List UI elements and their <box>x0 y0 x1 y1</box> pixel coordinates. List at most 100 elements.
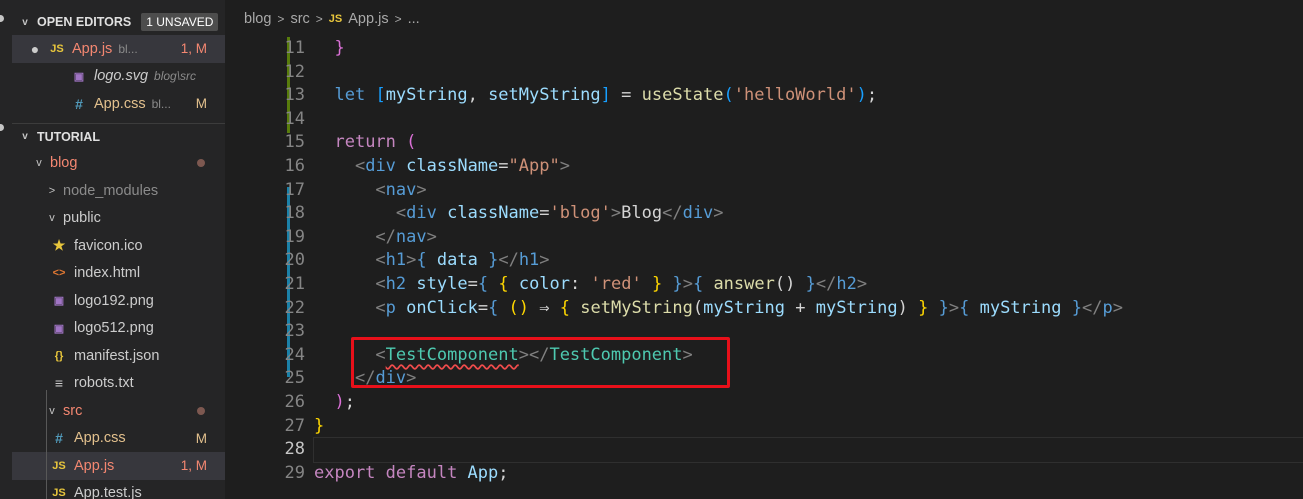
folder-node-modules[interactable]: > node_modules <box>12 177 225 205</box>
line-number: 22 <box>284 297 305 318</box>
chevron-down-icon: v <box>49 212 55 225</box>
line-number: 20 <box>284 250 305 271</box>
code-line[interactable]: ); <box>314 391 1303 415</box>
modified-dot <box>197 406 205 415</box>
modified-dot <box>197 159 205 168</box>
line-number: 27 <box>284 415 305 436</box>
code-line[interactable] <box>313 437 1303 463</box>
code-line[interactable]: </nav> <box>314 226 1303 250</box>
code-line[interactable]: return ( <box>314 131 1303 155</box>
file-logo512[interactable]: ▣ logo512.png <box>12 315 225 343</box>
svg-file-icon: ▣ <box>73 70 85 83</box>
open-editor-name: App.css <box>94 95 146 112</box>
open-editor-path: bl... <box>151 96 171 111</box>
json-file-icon: {} <box>54 349 64 362</box>
line-number: 23 <box>284 321 305 342</box>
line-number: 21 <box>284 273 305 294</box>
line-number: 15 <box>284 132 305 153</box>
text-file-icon: ≡ <box>54 375 64 392</box>
highlight-box <box>351 337 730 388</box>
chevron-down-icon: v <box>22 16 28 28</box>
line-number: 28 <box>284 439 305 460</box>
star-file-icon: ★ <box>52 237 66 254</box>
open-editor-app-css[interactable]: # App.css bl... M <box>12 90 225 118</box>
line-number-gutter: 11 12 13 14 15 16 17 18 19 20 21 22 23 2… <box>225 37 305 485</box>
line-number: 26 <box>284 391 305 412</box>
js-file-icon: JS <box>328 12 343 25</box>
code-line[interactable]: let [myString, setMyString] = useState('… <box>314 84 1303 108</box>
js-file-icon: JS <box>52 459 66 472</box>
activity-indicator <box>0 15 4 22</box>
explorer-sidebar: v OPEN EDITORS 1 UNSAVED ● JS App.js bl.… <box>12 0 225 499</box>
open-editor-path: bl... <box>118 41 138 56</box>
code-line[interactable]: <p onClick={ () ⇒ { setMyString(myString… <box>314 297 1303 321</box>
code-line[interactable]: <h1>{ data }</h1> <box>314 249 1303 273</box>
code-editor[interactable]: 11 12 13 14 15 16 17 18 19 20 21 22 23 2… <box>225 37 1303 499</box>
line-number: 17 <box>284 179 305 200</box>
code-lines[interactable]: } let [myString, setMyString] = useState… <box>313 37 1303 486</box>
line-number: 12 <box>284 61 305 82</box>
css-file-icon: # <box>55 430 63 447</box>
chevron-down-icon: v <box>49 404 55 417</box>
activity-indicator <box>0 124 4 131</box>
line-number: 16 <box>284 155 305 176</box>
chevron-down-icon: v <box>36 157 42 170</box>
file-src-app-css[interactable]: # App.css M <box>12 425 225 453</box>
code-line[interactable]: } <box>314 415 1303 439</box>
breadcrumb-item[interactable]: ... <box>408 11 420 27</box>
folder-blog[interactable]: v blog <box>12 150 225 178</box>
line-number: 18 <box>284 203 305 224</box>
file-robots[interactable]: ≡ robots.txt <box>12 370 225 398</box>
code-line[interactable]: export default App; <box>314 462 1303 486</box>
file-status: 1, M <box>180 458 207 474</box>
line-number: 29 <box>284 462 305 483</box>
file-status: M <box>195 430 207 446</box>
file-status: M <box>195 96 207 112</box>
breadcrumb: blog > src > JS App.js > ... <box>225 0 1303 37</box>
open-editors-header[interactable]: v OPEN EDITORS 1 UNSAVED <box>12 9 225 35</box>
unsaved-badge: 1 UNSAVED <box>141 13 219 31</box>
open-editor-app-js[interactable]: ● JS App.js bl... 1, M <box>12 35 225 63</box>
unsaved-dot-icon[interactable]: ● <box>24 41 46 57</box>
js-file-icon: JS <box>52 487 66 499</box>
code-line[interactable] <box>314 108 1303 132</box>
file-app-test-js[interactable]: JS App.test.js <box>12 480 225 499</box>
line-number: 11 <box>284 38 305 58</box>
js-file-icon: JS <box>50 42 64 55</box>
html-file-icon: <> <box>52 267 66 280</box>
open-editor-logo-svg[interactable]: ▣ logo.svg blog\src <box>12 63 225 91</box>
chevron-right-icon: > <box>48 184 56 197</box>
file-index-html[interactable]: <> index.html <box>12 260 225 288</box>
folder-public[interactable]: v public <box>12 205 225 233</box>
chevron-right-icon: > <box>277 11 285 26</box>
breadcrumb-item[interactable]: App.js <box>348 11 388 27</box>
line-number: 13 <box>284 85 305 106</box>
code-line[interactable] <box>314 61 1303 85</box>
open-editor-name: logo.svg <box>94 68 149 85</box>
css-file-icon: # <box>75 95 83 112</box>
tutorial-header[interactable]: v TUTORIAL <box>12 122 225 150</box>
tree-indent-guide <box>46 390 47 499</box>
code-line[interactable]: <nav> <box>314 179 1303 203</box>
file-manifest[interactable]: {} manifest.json <box>12 342 225 370</box>
breadcrumb-item[interactable]: blog <box>244 11 271 27</box>
code-line[interactable]: <div className='blog'>Blog</div> <box>314 202 1303 226</box>
breadcrumb-item[interactable]: src <box>290 11 309 27</box>
line-number: 19 <box>284 226 305 247</box>
file-logo192[interactable]: ▣ logo192.png <box>12 287 225 315</box>
chevron-down-icon: v <box>22 131 28 142</box>
file-favicon[interactable]: ★ favicon.ico <box>12 232 225 260</box>
image-file-icon: ▣ <box>53 295 65 308</box>
file-status: 1, M <box>180 41 207 57</box>
line-number: 14 <box>284 108 305 129</box>
open-editor-path: blog\src <box>154 69 197 84</box>
chevron-right-icon: > <box>315 11 323 26</box>
code-line[interactable]: <div className="App"> <box>314 155 1303 179</box>
code-line[interactable]: <h2 style={ { color: 'red' } }>{ answer(… <box>314 273 1303 297</box>
line-number: 24 <box>284 344 305 365</box>
line-number: 25 <box>284 368 305 389</box>
folder-src[interactable]: v src <box>12 397 225 425</box>
code-line[interactable]: } <box>314 37 1303 61</box>
open-editor-name: App.js <box>72 40 113 57</box>
file-src-app-js[interactable]: JS App.js 1, M <box>12 452 225 480</box>
